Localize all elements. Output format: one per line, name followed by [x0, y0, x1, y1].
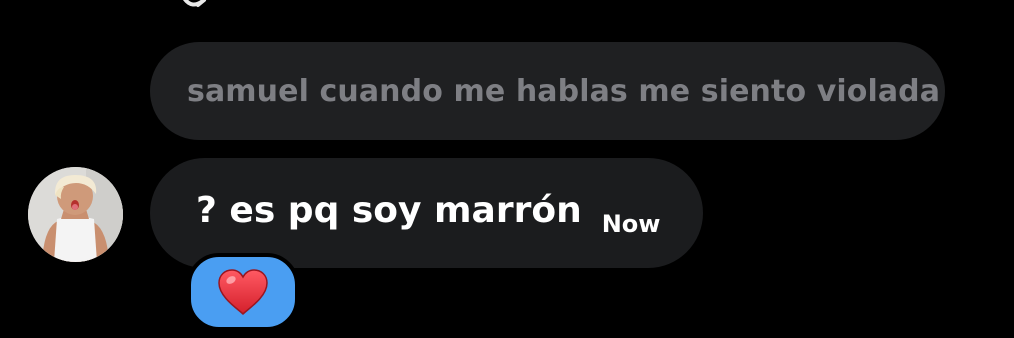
quoted-message-bubble[interactable]: samuel cuando me hablas me siento violad…	[150, 42, 945, 140]
message-text: ? es pq soy marrón	[196, 189, 582, 231]
chat-screen: samuel cuando me hablas me siento violad…	[0, 0, 1014, 338]
avatar[interactable]	[28, 167, 123, 262]
quoted-message-text: samuel cuando me hablas me siento violad…	[187, 73, 941, 109]
heart-icon	[218, 269, 268, 316]
message-bubble[interactable]: ? es pq soy marrón Now	[150, 158, 703, 268]
reaction-badge[interactable]	[187, 253, 299, 331]
reply-arrow-icon	[183, 0, 206, 7]
avatar-image	[28, 167, 123, 262]
message-timestamp: Now	[601, 210, 661, 238]
